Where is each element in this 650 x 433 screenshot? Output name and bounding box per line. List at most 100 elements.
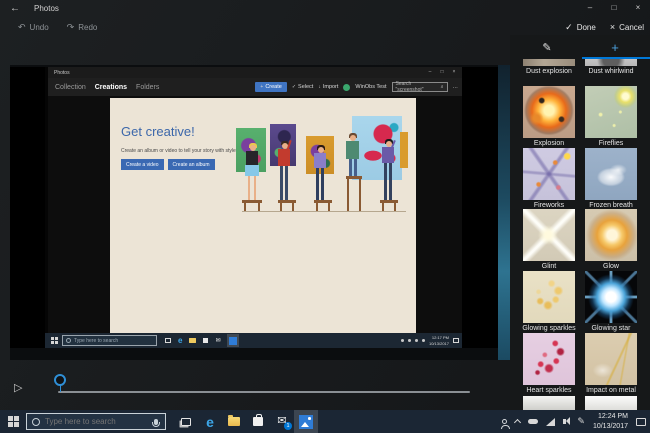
create-album-button: Create an album [168, 159, 215, 170]
create-video-button: Create a video [121, 159, 164, 170]
inner-search-icon: ⌕ [441, 84, 444, 90]
effect-tile[interactable]: Dust whirlwind [585, 59, 637, 76]
network-icon[interactable] [546, 418, 555, 426]
effect-thumbnail-partial[interactable] [585, 396, 637, 410]
done-button[interactable]: ✓ Done [565, 22, 596, 33]
play-button[interactable]: ▷ [14, 381, 22, 394]
illustration-canvas-blue [352, 116, 402, 180]
edge-button[interactable]: e [198, 410, 222, 433]
effect-thumbnail-glowing-sparkles [523, 271, 575, 323]
inner-clock: 12:17 PM 10/13/2017 [429, 335, 449, 345]
clock-date: 10/13/2017 [593, 422, 628, 431]
maximize-button[interactable]: □ [602, 0, 626, 15]
window-controls: – □ × [578, 0, 650, 15]
effect-tile[interactable]: Dust explosion [523, 59, 575, 76]
effect-thumbnail-fireworks [523, 148, 575, 200]
undo-button[interactable]: ↶ Undo [18, 22, 49, 33]
effect-label: Fireworks [534, 202, 564, 210]
folder-icon [228, 417, 240, 426]
effect-tile[interactable]: Heart sparkles [523, 333, 575, 395]
mail-button[interactable]: ✉ 1 [270, 410, 294, 433]
effect-label: Explosion [534, 140, 564, 148]
onedrive-icon[interactable] [528, 419, 538, 424]
inner-nav-bar: Collection Creations Folders + Create ✓ … [48, 78, 462, 96]
effects-tab[interactable]: + [595, 37, 635, 57]
effect-label: Frozen breath [589, 202, 633, 210]
effect-tile[interactable]: Glow [585, 209, 637, 271]
volume-icon[interactable] [563, 419, 566, 424]
close-button[interactable]: × [626, 0, 650, 15]
taskbar-clock[interactable]: 12:24 PM 10/13/2017 [593, 412, 628, 431]
back-button[interactable]: ← [10, 3, 20, 14]
edge-icon: e [206, 415, 214, 429]
effect-tile[interactable]: Glowing sparkles [523, 271, 575, 333]
done-label: Done [577, 23, 596, 32]
people-icon[interactable] [502, 419, 507, 424]
effects-panel: ✎ + Dust explosion Dust whirlwind Explos… [510, 35, 650, 410]
search-input[interactable] [45, 417, 149, 426]
inner-start-icon [51, 337, 58, 344]
playhead-handle[interactable] [54, 374, 66, 386]
effect-tile[interactable]: Fireworks [523, 148, 575, 210]
file-explorer-button[interactable] [222, 410, 246, 433]
inner-mail-icon: ✉ [215, 338, 220, 344]
start-button[interactable] [0, 410, 26, 433]
inner-close-icon: × [448, 67, 460, 77]
inner-explorer-icon [189, 338, 196, 343]
hidden-icons-chevron[interactable] [514, 419, 521, 426]
task-view-button[interactable] [174, 410, 198, 433]
inner-more-button: … [453, 84, 459, 90]
effect-thumbnail-impact-on-metal [585, 333, 637, 385]
effect-tile[interactable]: Glint [523, 209, 575, 271]
effect-thumbnail-explosion [523, 86, 575, 138]
video-preview-stage[interactable]: Photos – □ × Collection Creations Folder… [10, 65, 498, 360]
effect-thumbnail-dust-whirlwind [585, 59, 637, 66]
action-center-icon[interactable] [636, 418, 646, 426]
effect-tile[interactable]: Impact on metal [585, 333, 637, 395]
inner-maximize-icon: □ [436, 67, 448, 77]
store-bag-icon [253, 417, 263, 426]
effect-label: Fireflies [599, 140, 624, 148]
microphone-icon[interactable] [154, 419, 158, 425]
photos-icon [299, 415, 313, 429]
inner-search-field: Type here to search [62, 335, 157, 346]
mail-badge: 1 [284, 422, 292, 430]
effect-thumbnail-glow [585, 209, 637, 261]
check-icon: ✓ [565, 22, 573, 33]
task-view-icon [181, 418, 191, 426]
effect-label: Glowing sparkles [522, 325, 575, 333]
redo-button[interactable]: ↷ Redo [67, 22, 98, 33]
inner-tab-folders: Folders [136, 84, 159, 91]
inner-search-box: Search "screenshot" ⌕ [392, 82, 448, 92]
inner-tab-creations: Creations [95, 84, 127, 91]
windows-ink-icon[interactable]: ✎ [577, 417, 585, 426]
effect-tile[interactable]: Frozen breath [585, 148, 637, 210]
taskbar-search-box[interactable] [26, 413, 166, 430]
hero-subtext: Create an album or video to tell your st… [121, 148, 237, 154]
system-tray: ✎ 12:24 PM 10/13/2017 [502, 410, 646, 433]
inner-store-icon [203, 338, 208, 343]
cancel-button[interactable]: × Cancel [610, 22, 644, 32]
video-content-screenshot: Photos – □ × Collection Creations Folder… [45, 67, 462, 348]
store-button[interactable] [246, 410, 270, 433]
effect-label: Impact on metal [586, 387, 636, 395]
effect-thumbnail-fireflies [585, 86, 637, 138]
minimize-button[interactable]: – [578, 0, 602, 15]
draw-tab[interactable]: ✎ [527, 37, 567, 57]
effect-label: Glow [603, 263, 619, 271]
effect-thumbnail-heart-sparkles [523, 333, 575, 385]
inner-account-avatar [343, 84, 350, 91]
inner-window-title: Photos [54, 70, 70, 76]
effect-thumbnail-partial[interactable] [523, 396, 575, 410]
create-icon: + [260, 84, 263, 90]
inner-tab-collection: Collection [55, 84, 86, 91]
timeline-track[interactable] [58, 391, 470, 393]
inner-taskview-icon [165, 338, 171, 343]
effect-tile[interactable]: Fireflies [585, 86, 637, 148]
inner-action-center-icon [453, 338, 459, 343]
effect-tile[interactable]: Explosion [523, 86, 575, 148]
effect-tile[interactable]: Glowing star [585, 271, 637, 333]
photos-app-window: ← Photos – □ × ↶ Undo ↷ Redo ✓ Done × Ca… [0, 0, 650, 433]
photos-button[interactable] [294, 410, 318, 433]
redo-label: Redo [78, 23, 97, 32]
